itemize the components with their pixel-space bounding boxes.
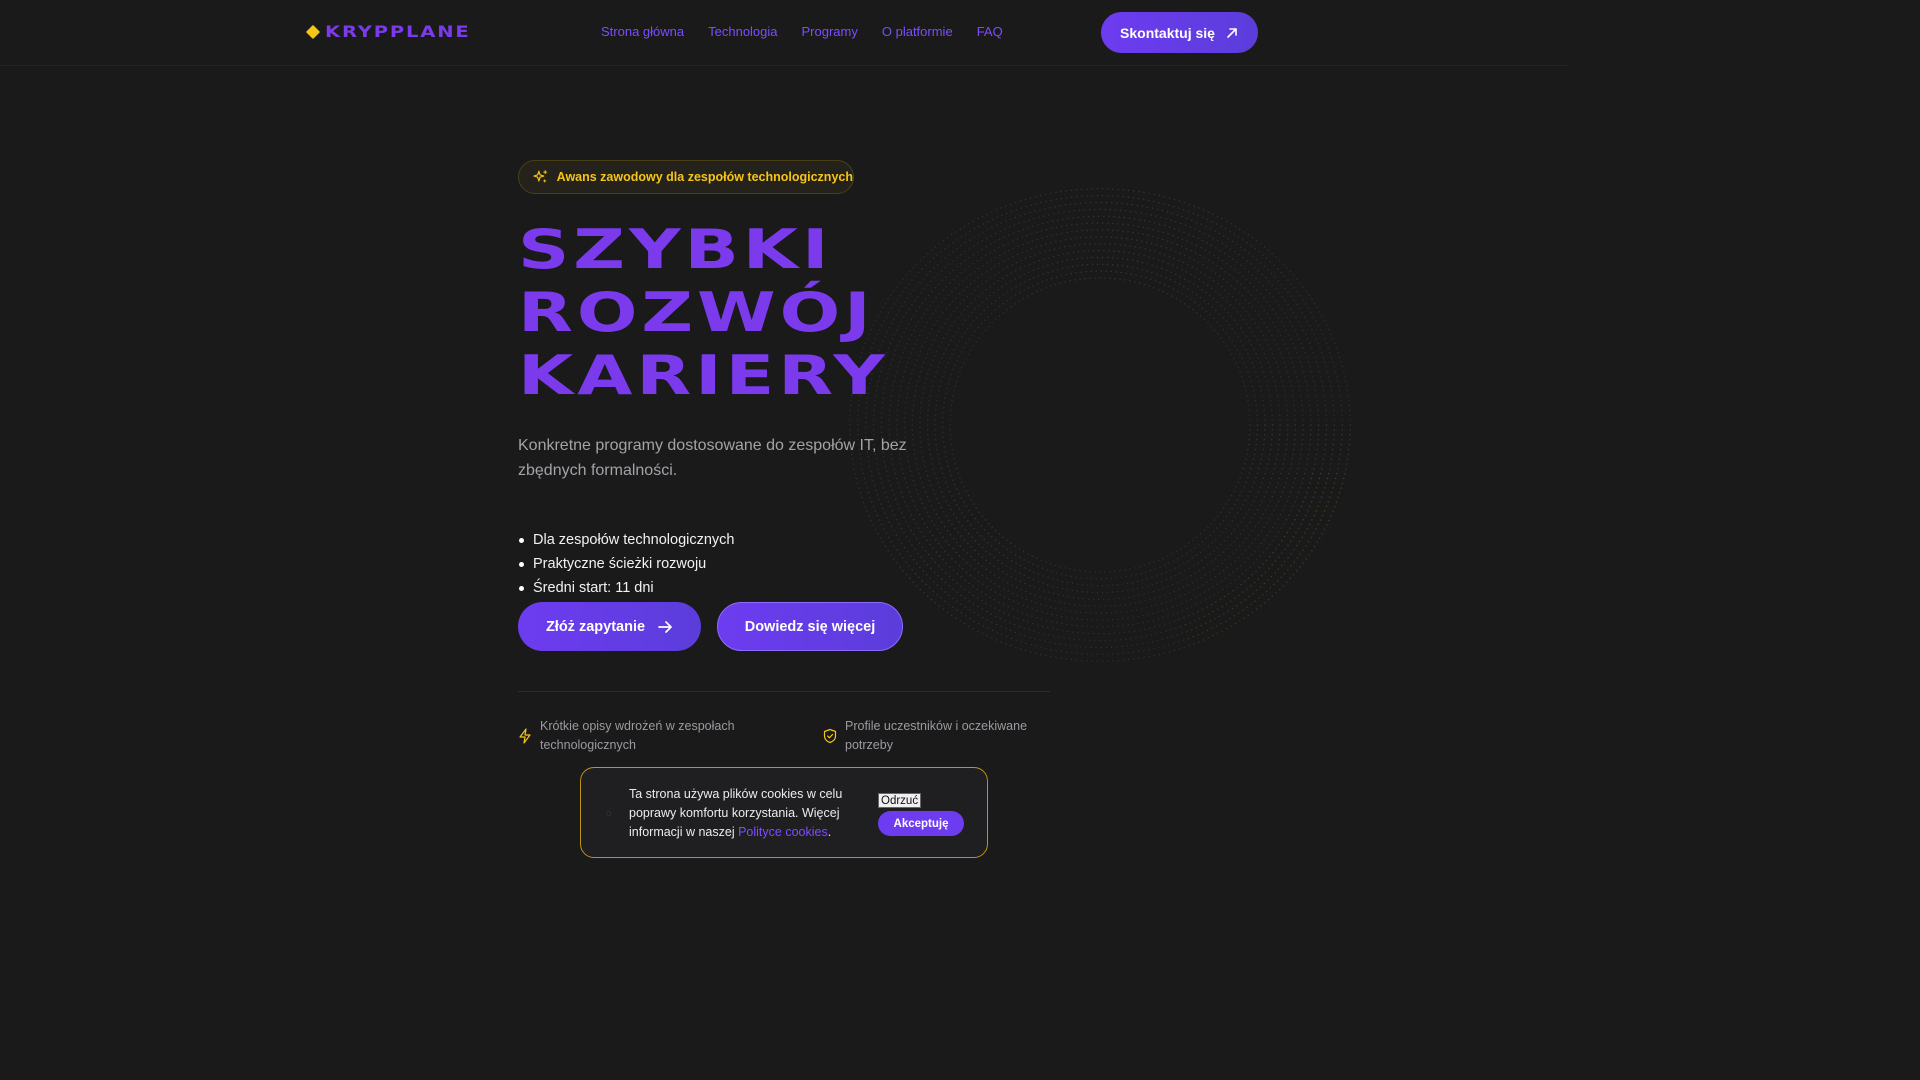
cookie-text: Ta strona używa plików cookies w celu po… [629,785,857,842]
nav-link-home[interactable]: Strona główna [601,24,684,39]
hero-title-line-1: SZYBKI [518,218,833,281]
shield-check-icon [823,728,837,744]
hero-title-line-2: ROZWÓJ [518,281,875,344]
cookie-policy-link[interactable]: Polityce cookies [738,825,828,839]
feature-text: Profile uczestników i oczekiwane potrzeb… [845,719,1028,752]
hero-subtitle: Konkretne programy dostosowane do zespoł… [518,437,907,479]
hero-badge-label: Awans zawodowy dla zespołów technologicz… [556,170,853,184]
contact-button[interactable]: Skontaktuj się [1101,12,1258,53]
sparkles-icon [533,170,548,183]
nav-link-programs[interactable]: Programy [802,24,858,39]
bullet-item: Praktyczne ścieżki rozwoju [518,552,735,576]
contact-button-label: Skontaktuj się [1120,24,1215,41]
divider [518,691,1050,692]
site-header: KRYPPLANE Strona główna Technologia Prog… [0,0,1568,66]
cookie-icon: ◌ [606,808,612,818]
lightning-icon [519,728,531,744]
learn-more-label: Dowiedz się więcej [744,618,876,635]
main-nav: Strona główna Technologia Programy O pla… [601,24,1003,39]
nav-link-about[interactable]: O platformie [882,24,953,39]
cookie-text-end: . [827,825,832,839]
hero-badge: Awans zawodowy dla zespołów technologicz… [518,160,854,194]
feature-item: Krótkie opisy wdrożeń w zespołach techno… [518,717,758,755]
cookie-banner: ◌ Ta strona używa plików cookies w celu … [580,767,988,858]
logo[interactable]: KRYPPLANE [305,22,469,41]
learn-more-button[interactable]: Dowiedz się więcej [717,602,903,651]
bullet-item: Średni start: 11 dni [518,576,735,600]
nav-link-faq[interactable]: FAQ [977,24,1003,39]
diamond-icon [305,24,321,39]
bullet-item: Dla zespołów technologicznych [518,528,735,552]
feature-item: Profile uczestników i oczekiwane potrzeb… [823,717,1063,755]
accept-cookies-button[interactable]: Akceptuję [878,811,964,836]
hero-title: SZYBKI ROZWÓJ KARIERY [518,218,889,407]
reject-cookies-button[interactable]: Odrzuć [878,793,922,808]
arrow-right-icon [658,620,672,633]
dotted-ring-decoration [840,170,1360,690]
submit-inquiry-button[interactable]: Złóż zapytanie [518,602,701,651]
hero-title-line-3: KARIERY [518,344,889,407]
hero-bullets: Dla zespołów technologicznych Praktyczne… [518,528,735,600]
logo-text: KRYPPLANE [325,22,471,41]
nav-link-technology[interactable]: Technologia [708,24,777,39]
feature-text: Krótkie opisy wdrożeń w zespołach techno… [540,719,735,752]
arrow-up-right-icon [1227,27,1237,38]
submit-inquiry-label: Złóż zapytanie [545,618,646,635]
